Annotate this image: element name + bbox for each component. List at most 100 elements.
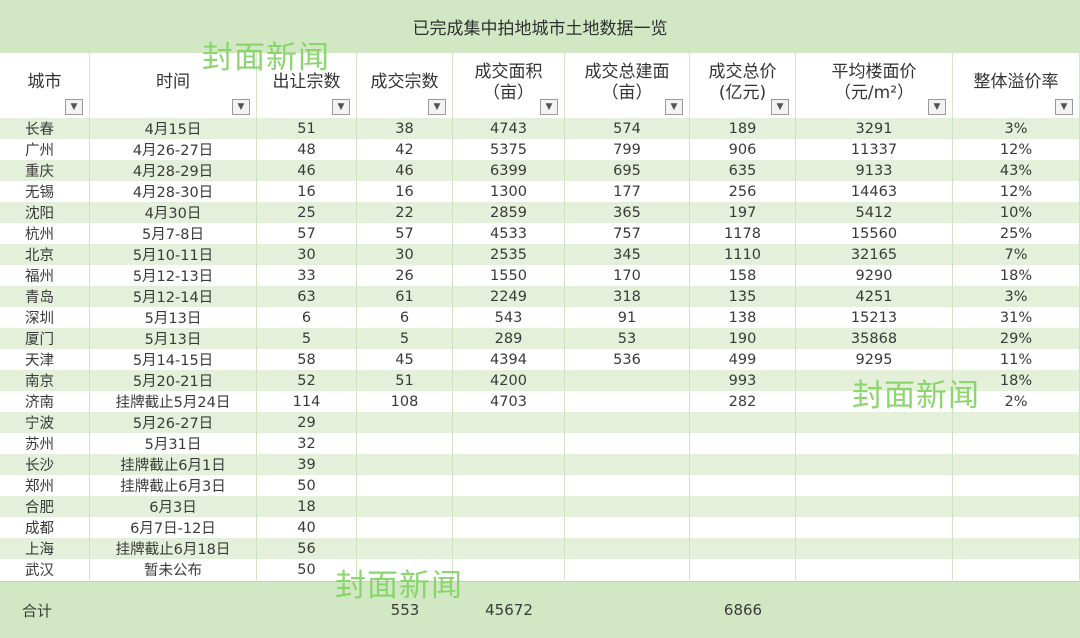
cell-area: 4394: [453, 349, 565, 370]
table-body: 长春 4月15日 51 38 4743 574 189 3291 3% 广州 4月26-27日 48 4…: [0, 118, 1080, 580]
cell-offered: 57: [257, 223, 357, 244]
cell-area: [453, 433, 565, 454]
cell-total_price: [690, 538, 796, 559]
cell-area: 5375: [453, 139, 565, 160]
column-header-text: 整体溢价率: [973, 72, 1059, 92]
table-row: 郑州 挂牌截止6月3日 50: [0, 475, 1080, 496]
cell-total_price: 635: [690, 160, 796, 181]
cell-avg_price: 9290: [796, 265, 953, 286]
cell-build_area: 53: [565, 328, 690, 349]
cell-city: 福州: [0, 265, 90, 286]
cell-area: [453, 412, 565, 433]
cell-premium: [953, 433, 1080, 454]
cell-time: 挂牌截止5月24日: [90, 391, 257, 412]
cell-deals: [357, 454, 453, 475]
cell-time: 暂未公布: [90, 559, 257, 580]
cell-city: 青岛: [0, 286, 90, 307]
cell-deals: 26: [357, 265, 453, 286]
filter-dropdown-icon[interactable]: ▼: [1055, 99, 1073, 115]
cell-total_price: [690, 433, 796, 454]
cell-avg_price: 14463: [796, 181, 953, 202]
cell-offered: 29: [257, 412, 357, 433]
column-header-text: 成交面积: [474, 61, 543, 82]
cell-build_area: 757: [565, 223, 690, 244]
filter-dropdown-icon[interactable]: ▼: [232, 99, 250, 115]
cell-area: 2859: [453, 202, 565, 223]
cell-area: [453, 454, 565, 475]
table-row: 重庆 4月28-29日 46 46 6399 695 635 9133 43%: [0, 160, 1080, 181]
cell-offered: 39: [257, 454, 357, 475]
table-row: 青岛 5月12-14日 63 61 2249 318 135 4251 3%: [0, 286, 1080, 307]
filter-dropdown-icon[interactable]: ▼: [65, 99, 83, 115]
cell-area: 4743: [453, 118, 565, 139]
cell-city: 沈阳: [0, 202, 90, 223]
cell-build_area: [565, 559, 690, 580]
filter-dropdown-icon[interactable]: ▼: [540, 99, 558, 115]
footer-price-total: 6866: [723, 601, 763, 619]
cell-city: 宁波: [0, 412, 90, 433]
cell-time: 5月31日: [90, 433, 257, 454]
cell-deals: 61: [357, 286, 453, 307]
table-row: 广州 4月26-27日 48 42 5375 799 906 11337 12%: [0, 139, 1080, 160]
footer-label: 合计: [22, 601, 53, 620]
cell-deals: [357, 517, 453, 538]
cell-premium: 12%: [953, 139, 1080, 160]
cell-build_area: 91: [565, 307, 690, 328]
cell-build_area: [565, 538, 690, 559]
cell-avg_price: 11337: [796, 139, 953, 160]
cell-city: 深圳: [0, 307, 90, 328]
cell-premium: 43%: [953, 160, 1080, 181]
cell-avg_price: [796, 412, 953, 433]
cell-total_price: 906: [690, 139, 796, 160]
column-header-city: 城市 ▼: [0, 53, 90, 118]
table-row: 北京 5月10-11日 30 30 2535 345 1110 32165 7%: [0, 244, 1080, 265]
cell-total_price: [690, 412, 796, 433]
cell-offered: 50: [257, 475, 357, 496]
cell-area: 4703: [453, 391, 565, 412]
filter-dropdown-icon[interactable]: ▼: [665, 99, 683, 115]
cell-premium: 29%: [953, 328, 1080, 349]
filter-dropdown-icon[interactable]: ▼: [928, 99, 946, 115]
column-header-text: (亿元): [718, 82, 767, 103]
watermark-right: 封面新闻: [852, 378, 980, 414]
cell-offered: 51: [257, 118, 357, 139]
cell-city: 苏州: [0, 433, 90, 454]
cell-area: [453, 496, 565, 517]
table-row: 深圳 5月13日 6 6 543 91 138 15213 31%: [0, 307, 1080, 328]
cell-city: 长沙: [0, 454, 90, 475]
cell-total_price: 1178: [690, 223, 796, 244]
table-row: 上海 挂牌截止6月18日 56: [0, 538, 1080, 559]
cell-offered: 25: [257, 202, 357, 223]
cell-city: 重庆: [0, 160, 90, 181]
filter-dropdown-icon[interactable]: ▼: [332, 99, 350, 115]
column-header-avg_price: 平均楼面价 （元/m²） ▼: [796, 53, 953, 118]
cell-city: 天津: [0, 349, 90, 370]
cell-city: 杭州: [0, 223, 90, 244]
cell-premium: [953, 559, 1080, 580]
column-header-text: （元/m²）: [833, 82, 915, 103]
filter-dropdown-icon[interactable]: ▼: [771, 99, 789, 115]
cell-area: [453, 517, 565, 538]
table-row: 杭州 5月7-8日 57 57 4533 757 1178 15560 25%: [0, 223, 1080, 244]
cell-deals: 46: [357, 160, 453, 181]
cell-total_price: 256: [690, 181, 796, 202]
cell-area: 2249: [453, 286, 565, 307]
cell-build_area: 695: [565, 160, 690, 181]
cell-city: 厦门: [0, 328, 90, 349]
cell-total_price: 158: [690, 265, 796, 286]
cell-time: 5月7-8日: [90, 223, 257, 244]
cell-deals: [357, 475, 453, 496]
cell-total_price: 282: [690, 391, 796, 412]
cell-offered: 114: [257, 391, 357, 412]
cell-build_area: 318: [565, 286, 690, 307]
column-header-area: 成交面积 （亩） ▼: [453, 53, 565, 118]
filter-dropdown-icon[interactable]: ▼: [428, 99, 446, 115]
cell-build_area: [565, 412, 690, 433]
footer-area-total: 45672: [485, 601, 533, 619]
cell-build_area: [565, 496, 690, 517]
cell-offered: 32: [257, 433, 357, 454]
cell-build_area: 170: [565, 265, 690, 286]
cell-total_price: 135: [690, 286, 796, 307]
cell-area: 1300: [453, 181, 565, 202]
cell-premium: [953, 412, 1080, 433]
